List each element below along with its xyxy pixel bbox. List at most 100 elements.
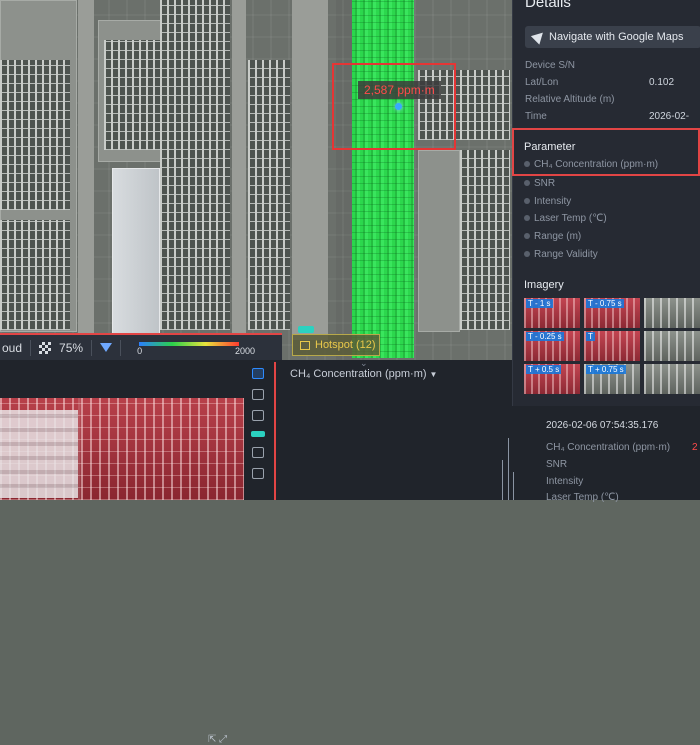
imagery-thumbnail[interactable]: T [584,331,640,361]
param-status-dot [524,180,530,187]
param-label: Laser Temp (℃) [534,213,607,224]
imagery-title: Imagery [524,279,564,291]
hotspot-indicator [298,326,314,333]
record-row-laser-temp: Laser Temp (℃) [546,492,619,503]
navigate-arrow-icon [530,28,548,45]
info-label: Device S/N [525,60,576,71]
info-row-device-sn: Device S/N [525,60,700,71]
imagery-thumbnail[interactable] [644,331,700,361]
chart-metric-label: CH₄ Concentration (ppm·m) [290,368,427,380]
imagery-thumbnail[interactable]: T - 0.75 s [584,298,640,328]
thumb-time-label: T - 0.25 s [526,332,564,341]
divider [30,339,32,356]
info-row-altitude: Relative Altitude (m) [525,94,700,105]
image-icon[interactable] [252,368,264,379]
chart-spike [502,460,503,500]
record-timestamp: 2026-02-06 07:54:35.176 [546,420,659,431]
methane-plume-overlay[interactable] [352,0,414,358]
scale-min-label: 0 [137,345,143,356]
pipe-rack [460,150,510,330]
info-row-latlon: Lat/Lon 0.102 [525,77,700,88]
imagery-thumbnail-grid: T - 1 s T - 0.75 s T - 0.25 s T T + 0.5 … [524,298,700,398]
imagery-thumbnail[interactable]: T + 0.75 s [584,364,640,394]
record-value: 2 [692,442,698,453]
panel-side-toolbar [248,364,268,504]
record-row-ch4: CH₄ Concentration (ppm·m) 2 [546,442,698,453]
chart-metric-selector[interactable]: CH₄ Concentration (ppm·m) ▼ [290,368,437,380]
details-title: Details [525,0,571,11]
param-status-dot [524,251,530,258]
chart-spike [513,472,514,500]
imagery-thumbnail[interactable]: T + 0.5 s [524,364,580,394]
record-row-intensity: Intensity [546,476,583,487]
navigate-google-maps-button[interactable]: Navigate with Google Maps [525,26,700,48]
color-scale-bar[interactable]: 0 2000 [135,338,255,358]
param-status-dot [524,161,530,168]
param-status-dot [524,233,530,240]
info-label: Relative Altitude (m) [525,94,615,105]
info-value: 2026-02- [649,111,690,122]
scale-max-label: 2000 [235,345,256,356]
plant-pad [418,150,460,332]
param-row-laser-temp[interactable]: Laser Temp (℃) [524,213,607,224]
filter-icon[interactable] [100,343,113,352]
grid-icon[interactable] [252,410,264,421]
imagery-thumbnail[interactable]: T - 0.25 s [524,331,580,361]
divider [91,339,93,356]
fit-expand-icon[interactable]: ⇱ ⤢ [208,734,227,745]
drone-position-marker[interactable] [395,103,402,110]
param-label: Range Validity [534,249,598,260]
map-toolbar: oud 75% 0 2000 [0,333,282,360]
record-label: Laser Temp (℃) [546,492,619,503]
record-label: CH₄ Concentration (ppm·m) [546,442,671,453]
param-row-intensity[interactable]: Intensity [524,196,571,207]
checker-opacity-icon[interactable] [39,341,52,354]
param-label: Range (m) [534,231,582,242]
pipe-rack [0,60,70,210]
info-label: Lat/Lon [525,77,559,88]
info-label: Time [525,111,547,122]
pipe-rack [160,0,230,330]
thumb-time-label: T + 0.5 s [526,365,562,374]
badge-icon [251,431,265,437]
parameter-title: Parameter [524,141,576,153]
warehouse-roof [112,168,160,335]
thumb-time-label: T - 0.75 s [586,299,624,308]
pipe-rack [248,60,290,330]
imagery-thumbnail[interactable] [644,298,700,328]
thumb-time-label: T [586,332,595,341]
info-value: 0.102 [649,77,675,88]
road [232,0,246,340]
thumb-time-label: T + 0.75 s [586,365,626,374]
layers-icon[interactable] [252,389,264,400]
pipe-rack [0,220,70,330]
road [292,0,328,340]
hotspot-label: Hotspot (12) [315,339,376,351]
navigate-button-label: Navigate with Google Maps [549,31,684,43]
opacity-value[interactable]: 75% [59,341,83,355]
road [78,0,94,340]
roi-concentration-label: 2,587 ppm·m [358,81,441,99]
video-icon[interactable] [252,468,264,479]
thumb-time-label: T - 1 s [526,299,553,308]
imagery-thumbnail[interactable] [644,364,700,394]
param-row-range[interactable]: Range (m) [524,231,581,242]
param-label: Intensity [534,196,572,207]
layer-label[interactable]: oud [2,341,22,355]
param-label: SNR [534,178,556,189]
detection-roi-box[interactable] [332,63,456,150]
record-label: Intensity [546,476,584,487]
param-row-ch4[interactable]: CH₄ Concentration (ppm·m) [524,159,658,170]
param-row-snr[interactable]: SNR [524,178,555,189]
hotspot-button[interactable]: Hotspot (12) [292,334,380,356]
param-row-range-validity[interactable]: Range Validity [524,249,598,260]
document-icon[interactable] [252,447,264,458]
param-label: CH₄ Concentration (ppm·m) [534,159,659,170]
chart-trace [500,430,520,500]
param-status-dot [524,215,530,222]
color-gradient [139,341,240,346]
record-row-snr: SNR [546,459,567,470]
hotspot-icon [300,340,310,350]
imagery-thumbnail[interactable]: T - 1 s [524,298,580,328]
divider [120,339,122,356]
